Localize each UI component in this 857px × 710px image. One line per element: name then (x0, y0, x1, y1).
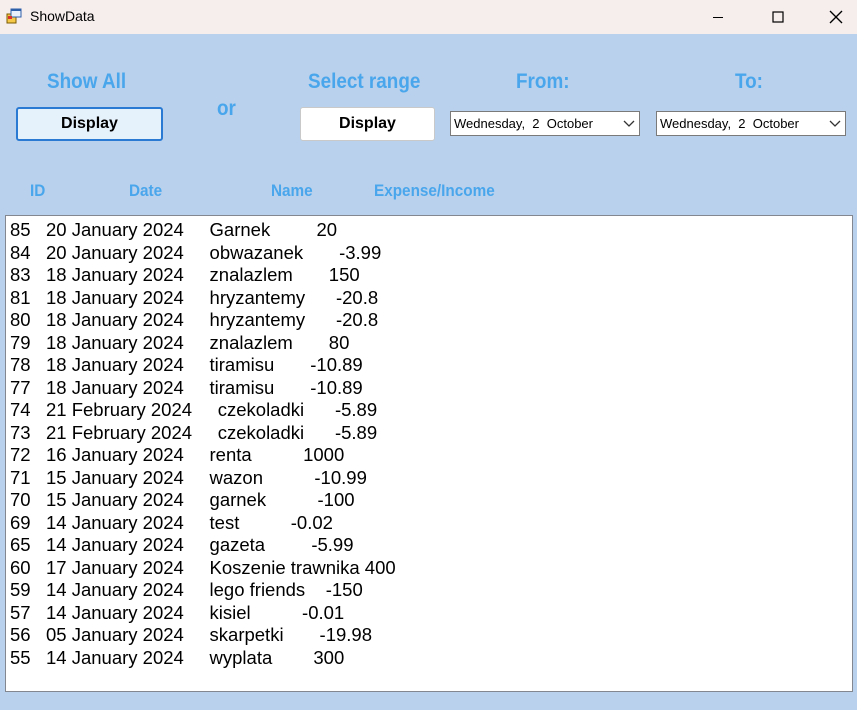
maximize-button[interactable] (753, 0, 803, 34)
display-range-button-label: Display (339, 115, 396, 132)
list-item[interactable]: 74 21 February 2024 czekoladki -5.89 (10, 399, 396, 422)
list-item[interactable]: 78 18 January 2024 tiramisu -10.89 (10, 354, 396, 377)
column-header-expense-income: Expense/Income (374, 181, 495, 200)
display-all-button-label: Display (61, 115, 118, 132)
column-header-date: Date (129, 181, 163, 200)
from-label: From: (516, 70, 570, 93)
to-date-picker[interactable]: Wednesday, 2 October (656, 111, 846, 136)
list-item[interactable]: 84 20 January 2024 obwazanek -3.99 (10, 242, 396, 265)
list-item[interactable]: 59 14 January 2024 lego friends -150 (10, 579, 396, 602)
list-item[interactable]: 56 05 January 2024 skarpetki -19.98 (10, 624, 396, 647)
data-rows: 85 20 January 2024 Garnek 20 84 20 Janua… (10, 219, 396, 669)
list-item[interactable]: 71 15 January 2024 wazon -10.99 (10, 467, 396, 490)
display-all-button[interactable]: Display (16, 107, 163, 141)
list-item[interactable]: 77 18 January 2024 tiramisu -10.89 (10, 377, 396, 400)
title-bar: ShowData (0, 0, 857, 34)
window-title: ShowData (30, 8, 95, 24)
list-item[interactable]: 73 21 February 2024 czekoladki -5.89 (10, 422, 396, 445)
app-icon (6, 8, 22, 24)
list-item[interactable]: 85 20 January 2024 Garnek 20 (10, 219, 396, 242)
list-item[interactable]: 72 16 January 2024 renta 1000 (10, 444, 396, 467)
column-header-name: Name (271, 181, 313, 200)
list-item[interactable]: 57 14 January 2024 kisiel -0.01 (10, 602, 396, 625)
or-label: or (217, 97, 236, 120)
list-item[interactable]: 65 14 January 2024 gazeta -5.99 (10, 534, 396, 557)
maximize-icon (772, 11, 784, 23)
list-item[interactable]: 55 14 January 2024 wyplata 300 (10, 647, 396, 670)
list-item[interactable]: 69 14 January 2024 test -0.02 (10, 512, 396, 535)
close-button[interactable] (811, 0, 857, 34)
chevron-down-icon[interactable] (622, 116, 636, 130)
list-item[interactable]: 60 17 January 2024 Koszenie trawnika 400 (10, 557, 396, 580)
list-item[interactable]: 81 18 January 2024 hryzantemy -20.8 (10, 287, 396, 310)
display-range-button[interactable]: Display (300, 107, 435, 141)
to-label: To: (735, 70, 763, 93)
select-range-label: Select range (308, 70, 421, 93)
list-item[interactable]: 80 18 January 2024 hryzantemy -20.8 (10, 309, 396, 332)
list-item[interactable]: 79 18 January 2024 znalazlem 80 (10, 332, 396, 355)
show-all-label: Show All (47, 70, 127, 93)
from-date-picker[interactable]: Wednesday, 2 October (450, 111, 640, 136)
minimize-button[interactable] (693, 0, 743, 34)
chevron-down-icon[interactable] (828, 116, 842, 130)
list-item[interactable]: 83 18 January 2024 znalazlem 150 (10, 264, 396, 287)
data-listbox[interactable]: 85 20 January 2024 Garnek 20 84 20 Janua… (5, 215, 853, 692)
from-date-value: Wednesday, 2 October (454, 116, 593, 131)
to-date-value: Wednesday, 2 October (660, 116, 799, 131)
close-icon (829, 10, 843, 24)
column-header-id: ID (30, 181, 46, 200)
minimize-icon (713, 17, 723, 18)
list-item[interactable]: 70 15 January 2024 garnek -100 (10, 489, 396, 512)
showdata-window: ShowData Show All or Select range From: … (0, 0, 857, 710)
